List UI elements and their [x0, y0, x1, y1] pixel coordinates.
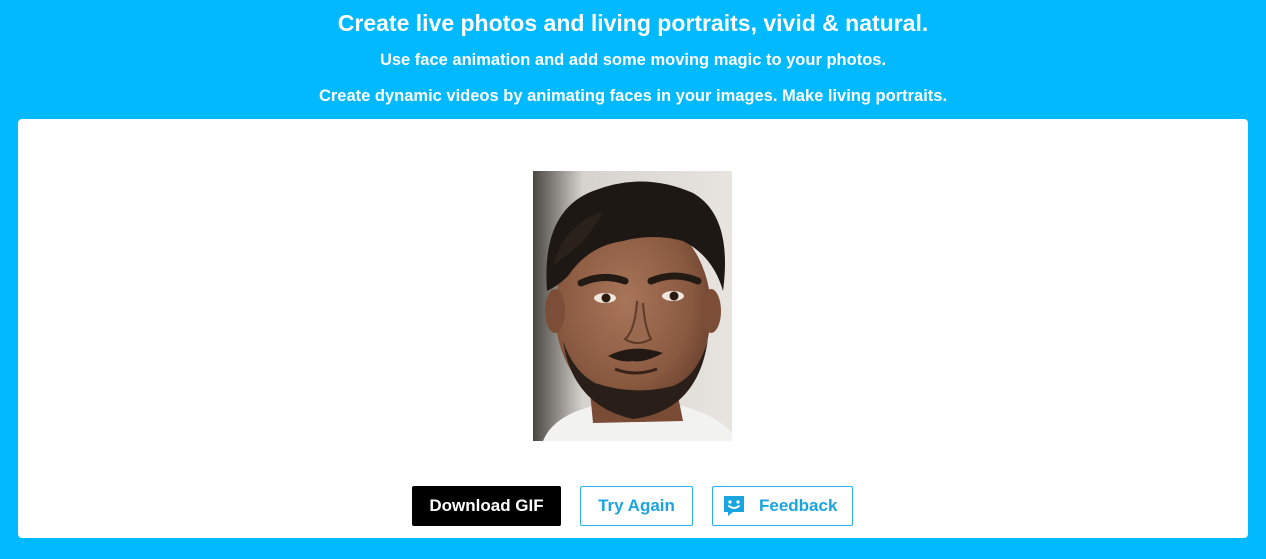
download-gif-button[interactable]: Download GIF — [412, 486, 561, 526]
portrait-photo — [533, 171, 732, 441]
feedback-button[interactable]: Feedback — [712, 486, 853, 526]
page-subtitle: Use face animation and add some moving m… — [379, 51, 887, 69]
result-panel: Download GIF Try Again Feedback — [18, 119, 1248, 538]
feedback-label: Feedback — [759, 496, 838, 515]
page-description: Create dynamic videos by animating faces… — [318, 87, 948, 105]
try-again-button[interactable]: Try Again — [580, 486, 693, 526]
chat-smile-icon — [722, 494, 746, 518]
animated-portrait-image — [533, 171, 732, 441]
page-title: Create live photos and living portraits,… — [337, 10, 929, 36]
page-header: Create live photos and living portraits,… — [0, 0, 1266, 118]
